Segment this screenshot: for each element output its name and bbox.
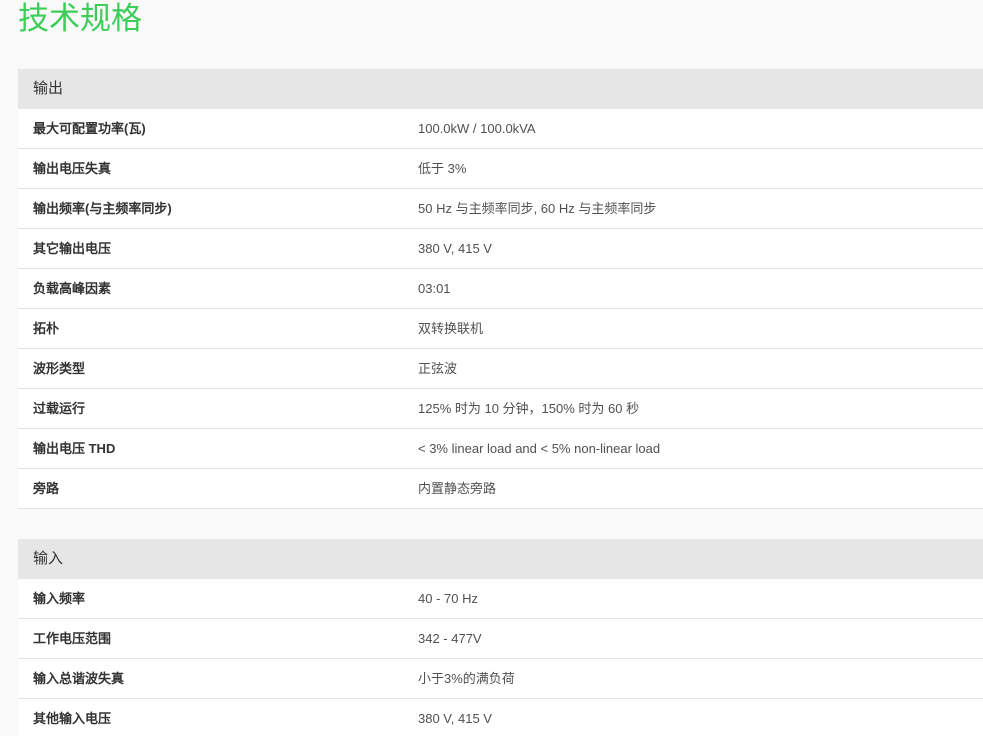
- spec-value: 342 - 477V: [418, 631, 482, 646]
- spec-label: 旁路: [33, 481, 60, 496]
- spec-label: 负载高峰因素: [33, 281, 112, 296]
- spec-value: 内置静态旁路: [418, 481, 497, 496]
- spec-label: 输出电压 THD: [33, 441, 116, 456]
- spec-value: 380 V, 415 V: [418, 711, 492, 726]
- spec-value: 低于 3%: [418, 161, 467, 176]
- section-input: 输入 输入频率 40 - 70 Hz 工作电压范围 342 - 477V 输入总…: [18, 539, 983, 736]
- page-title: 技术规格: [18, 1, 142, 36]
- section-header: 输出: [18, 69, 983, 109]
- spec-label: 输出频率(与主频率同步): [33, 201, 172, 216]
- spec-row: 工作电压范围 342 - 477V: [18, 619, 983, 659]
- spec-row: 输入总谐波失真 小于3%的满负荷: [18, 659, 983, 699]
- spec-label: 其它输出电压: [33, 241, 112, 256]
- spec-value: 50 Hz 与主频率同步, 60 Hz 与主频率同步: [418, 201, 657, 216]
- spec-page: 技术规格 输出 最大可配置功率(瓦) 100.0kW / 100.0kVA 输出…: [0, 0, 983, 736]
- spec-row: 旁路 内置静态旁路: [18, 469, 983, 509]
- spec-value: 03:01: [418, 281, 451, 296]
- spec-row: 过载运行 125% 时为 10 分钟，150% 时为 60 秒: [18, 389, 983, 429]
- section-output: 输出 最大可配置功率(瓦) 100.0kW / 100.0kVA 输出电压失真 …: [18, 69, 983, 509]
- spec-value: 正弦波: [418, 361, 458, 376]
- spec-value: 双转换联机: [418, 321, 484, 336]
- spec-label: 输出电压失真: [33, 161, 112, 176]
- spec-row: 负载高峰因素 03:01: [18, 269, 983, 309]
- spec-label: 过载运行: [33, 401, 86, 416]
- spec-value: < 3% linear load and < 5% non-linear loa…: [418, 441, 661, 456]
- spec-row: 输出电压 THD < 3% linear load and < 5% non-l…: [18, 429, 983, 469]
- spec-value: 40 - 70 Hz: [418, 591, 478, 606]
- spec-row: 输出频率(与主频率同步) 50 Hz 与主频率同步, 60 Hz 与主频率同步: [18, 189, 983, 229]
- spec-label: 输入总谐波失真: [33, 671, 125, 686]
- spec-value: 100.0kW / 100.0kVA: [418, 121, 536, 136]
- spec-label: 工作电压范围: [33, 631, 112, 646]
- spec-value: 小于3%的满负荷: [418, 671, 515, 686]
- spec-row: 波形类型 正弦波: [18, 349, 983, 389]
- spec-label: 输入频率: [33, 591, 86, 606]
- spec-value: 125% 时为 10 分钟，150% 时为 60 秒: [418, 401, 640, 416]
- spec-row: 其它输出电压 380 V, 415 V: [18, 229, 983, 269]
- spec-row: 拓朴 双转换联机: [18, 309, 983, 349]
- spec-row: 其他输入电压 380 V, 415 V: [18, 699, 983, 736]
- spec-row: 最大可配置功率(瓦) 100.0kW / 100.0kVA: [18, 109, 983, 149]
- spec-label: 最大可配置功率(瓦): [33, 121, 146, 136]
- section-header: 输入: [18, 539, 983, 579]
- spec-row: 输入频率 40 - 70 Hz: [18, 579, 983, 619]
- spec-label: 波形类型: [33, 361, 86, 376]
- spec-label: 其他输入电压: [33, 711, 112, 726]
- spec-row: 输出电压失真 低于 3%: [18, 149, 983, 189]
- spec-label: 拓朴: [33, 321, 60, 336]
- spec-value: 380 V, 415 V: [418, 241, 492, 256]
